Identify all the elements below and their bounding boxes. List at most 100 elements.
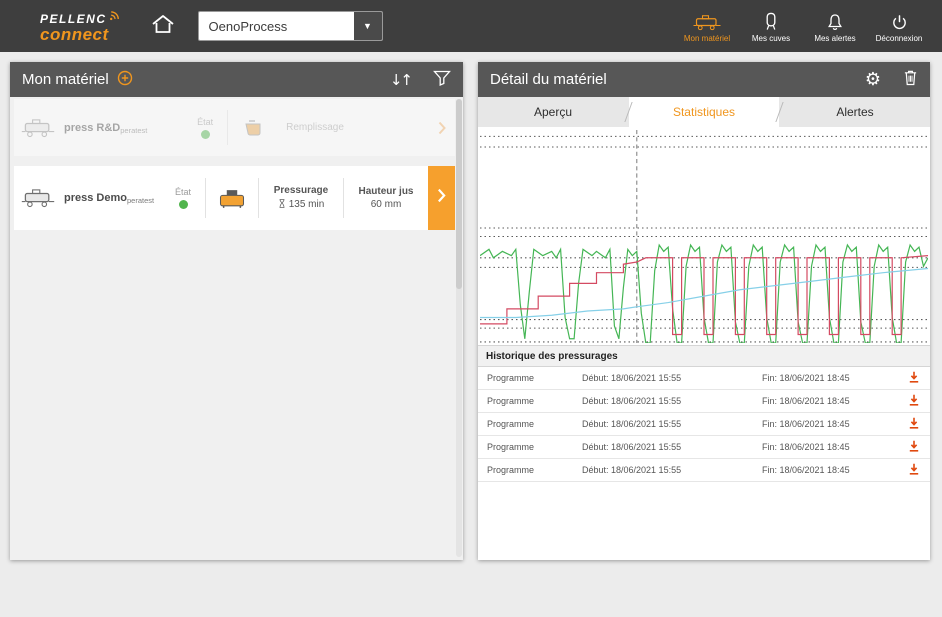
press-machine-icon — [14, 188, 62, 208]
tab-statistiques[interactable]: Statistiques — [629, 97, 779, 127]
logo-text-pellenc: PELLENC — [40, 12, 107, 26]
mode-label: Remplissage — [286, 122, 344, 133]
history-end: Fin: 18/06/2021 18:45 — [762, 419, 850, 429]
nav-label-deconnexion: Déconnexion — [875, 33, 923, 43]
history-end: Fin: 18/06/2021 18:45 — [762, 373, 850, 383]
sort-arrows-icon: ↓↑ — [389, 70, 413, 89]
nav-mes-alertes[interactable]: Mes alertes — [806, 10, 864, 43]
status-label: État — [174, 187, 191, 197]
status-label: État — [197, 116, 214, 127]
duration-value: 135 min — [278, 198, 324, 212]
nav-label-mes-cuves: Mes cuves — [751, 33, 791, 43]
add-equipment-button[interactable] — [117, 70, 133, 90]
gear-icon: ⚙ — [864, 68, 881, 90]
equipment-name: press R&Dperatest — [64, 121, 148, 135]
home-button[interactable] — [150, 14, 176, 38]
nav-label-mon-materiel: Mon matériel — [683, 33, 731, 43]
plus-circle-icon — [117, 70, 133, 90]
status-column: État — [183, 117, 227, 139]
download-icon — [908, 394, 920, 408]
history-start: Début: 18/06/2021 15:55 — [582, 465, 682, 475]
scrollbar[interactable] — [456, 99, 462, 557]
history-title: Historique des pressurages — [478, 345, 930, 367]
download-button[interactable] — [900, 440, 930, 454]
pellenc-logo: PELLENC connect — [40, 9, 122, 43]
equipment-detail-panel: Détail du matériel ⚙ Aperçu Statistiques… — [478, 62, 930, 560]
history-program: Programme — [487, 373, 535, 383]
process-select[interactable]: OenoProcess ▼ — [197, 11, 383, 41]
scrollbar-thumb[interactable] — [456, 99, 462, 289]
tab-alertes[interactable]: Alertes — [780, 97, 930, 127]
nav-mon-materiel[interactable]: Mon matériel — [678, 10, 736, 43]
power-icon — [891, 13, 908, 31]
filter-button[interactable] — [433, 70, 451, 90]
home-icon — [151, 13, 175, 40]
mode-label: Pressurage — [273, 184, 329, 196]
hourglass-icon — [278, 198, 286, 212]
equipment-row-press-demo[interactable]: press Demoperatest État Pressurage 135 m… — [14, 166, 455, 230]
download-icon — [908, 417, 920, 431]
nav-label-mes-alertes: Mes alertes — [814, 33, 856, 43]
process-select-value: OenoProcess — [208, 18, 288, 34]
statistics-chart — [478, 127, 930, 345]
history-row: Programme Début: 18/06/2021 15:55 Fin: 1… — [478, 390, 930, 413]
stats-chart-svg — [480, 130, 928, 343]
chevron-right-icon — [437, 188, 446, 208]
history-start: Début: 18/06/2021 15:55 — [582, 442, 682, 452]
download-button[interactable] — [900, 463, 930, 477]
metric-value: 60 mm — [370, 199, 402, 210]
hauteur-jus-column: Hauteur jus 60 mm — [344, 186, 428, 210]
history-start: Début: 18/06/2021 15:55 — [582, 396, 682, 406]
history-start: Début: 18/06/2021 15:55 — [582, 373, 682, 383]
press-icon — [692, 13, 722, 31]
tab-apercu[interactable]: Aperçu — [478, 97, 628, 127]
history-program: Programme — [487, 396, 535, 406]
equipment-row-press-rd[interactable]: press R&Dperatest État Remplissage — [14, 99, 455, 156]
detail-tabs: Aperçu Statistiques Alertes — [478, 97, 930, 127]
tank-icon — [764, 12, 778, 31]
settings-button[interactable]: ⚙ — [864, 68, 881, 90]
chevron-down-icon: ▼ — [353, 12, 382, 40]
history-program: Programme — [487, 419, 535, 429]
history-program: Programme — [487, 442, 535, 452]
download-button[interactable] — [900, 394, 930, 408]
sort-button[interactable]: ↓↑ — [389, 70, 413, 89]
download-button[interactable] — [900, 371, 930, 385]
left-panel-header: Mon matériel ↓↑ — [10, 62, 463, 97]
bell-icon — [826, 13, 844, 31]
download-icon — [908, 371, 920, 385]
status-dot — [200, 129, 210, 139]
my-equipment-panel: Mon matériel ↓↑ press R&Dperatest État R… — [10, 62, 463, 560]
history-program: Programme — [487, 465, 535, 475]
download-button[interactable] — [900, 417, 930, 431]
top-navigation: Mon matériel Mes cuves Mes alertes Décon… — [678, 10, 928, 43]
history-row: Programme Début: 18/06/2021 15:55 Fin: 1… — [478, 413, 930, 436]
open-detail-button[interactable] — [428, 166, 455, 230]
chevron-right-icon[interactable] — [429, 121, 455, 135]
right-panel-title: Détail du matériel — [490, 71, 607, 88]
metric-label: Hauteur jus — [358, 186, 414, 197]
history-row: Programme Début: 18/06/2021 15:55 Fin: 1… — [478, 436, 930, 459]
equipment-list: press R&Dperatest État Remplissage press… — [10, 97, 463, 560]
history-row: Programme Début: 18/06/2021 15:55 Fin: 1… — [478, 367, 930, 390]
status-column: État — [161, 187, 205, 209]
right-panel-header: Détail du matériel ⚙ — [478, 62, 930, 97]
history-end: Fin: 18/06/2021 18:45 — [762, 396, 850, 406]
history-row: Programme Début: 18/06/2021 15:55 Fin: 1… — [478, 459, 930, 482]
filter-funnel-icon — [433, 70, 451, 90]
left-panel-title: Mon matériel — [22, 71, 109, 88]
equipment-name: press Demoperatest — [64, 192, 155, 205]
status-dot — [178, 200, 188, 209]
remplissage-icon — [228, 118, 280, 138]
pressurage-column: Pressurage 135 min — [259, 185, 343, 212]
download-icon — [908, 440, 920, 454]
history-rows: Programme Début: 18/06/2021 15:55 Fin: 1… — [478, 367, 930, 482]
nav-mes-cuves[interactable]: Mes cuves — [742, 10, 800, 43]
logo-text-connect: connect — [40, 25, 109, 44]
history-end: Fin: 18/06/2021 18:45 — [762, 465, 850, 475]
history-start: Début: 18/06/2021 15:55 — [582, 419, 682, 429]
nav-deconnexion[interactable]: Déconnexion — [870, 10, 928, 43]
trash-icon — [903, 69, 918, 90]
delete-button[interactable] — [903, 69, 918, 90]
history-end: Fin: 18/06/2021 18:45 — [762, 442, 850, 452]
